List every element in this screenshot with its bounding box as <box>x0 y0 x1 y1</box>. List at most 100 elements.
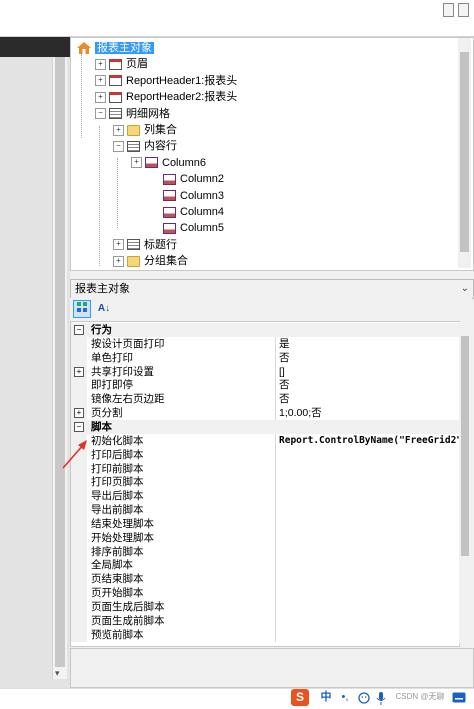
emoji-icon[interactable] <box>358 692 370 707</box>
tree-node[interactable]: + 分组集合 <box>113 253 188 269</box>
tree-scrollbar[interactable] <box>458 38 471 268</box>
property-name: 镜像左右页边距 <box>91 393 165 406</box>
row-gutter <box>71 350 87 365</box>
expand-icon[interactable]: + <box>131 157 142 169</box>
tree-node[interactable]: − 内容行 <box>113 138 177 154</box>
property-value[interactable] <box>275 516 459 531</box>
property-value[interactable] <box>275 558 459 573</box>
property-row[interactable]: 打印前脚本 <box>71 461 459 476</box>
ime-logo[interactable]: S <box>291 689 309 706</box>
property-value[interactable]: 是 <box>275 336 459 351</box>
property-row[interactable]: 初始化脚本 Report.ControlByName("FreeGrid2" <box>71 433 459 448</box>
collapse-icon[interactable]: − <box>74 421 84 432</box>
property-row[interactable]: + 页分割 1;0.00;否 <box>71 406 459 421</box>
property-row[interactable]: 单色打印 否 <box>71 350 459 365</box>
property-row[interactable]: 即打即停 否 <box>71 378 459 393</box>
tree-node-label: 标题行 <box>144 238 177 251</box>
left-panel-scrollbar[interactable]: ▾ <box>52 57 67 679</box>
title-bar <box>0 0 474 37</box>
property-value[interactable] <box>275 572 459 587</box>
property-name: 初始化脚本 <box>91 434 144 447</box>
property-category[interactable]: − 脚本 <box>71 419 459 434</box>
window-button[interactable] <box>458 3 469 17</box>
tree-node[interactable]: + 列集合 <box>113 122 177 138</box>
tree-node[interactable]: Column5 <box>149 220 224 236</box>
scroll-down-icon[interactable]: ▾ <box>55 668 60 679</box>
property-row[interactable]: 结束处理脚本 <box>71 516 459 531</box>
microphone-icon[interactable] <box>376 692 386 708</box>
property-value[interactable] <box>275 600 459 614</box>
expand-icon[interactable]: + <box>95 58 106 70</box>
property-row[interactable]: 导出后脚本 <box>71 489 459 504</box>
collapse-icon[interactable]: − <box>113 140 124 152</box>
expand-icon[interactable]: + <box>74 408 84 419</box>
property-value[interactable] <box>275 544 459 559</box>
property-value[interactable]: 否 <box>275 378 459 393</box>
property-grid-scrollbar[interactable] <box>459 322 471 644</box>
property-value[interactable]: 否 <box>275 350 459 365</box>
property-row[interactable]: 预览前脚本 <box>71 627 459 642</box>
tree-node[interactable]: 报表主对象 <box>77 40 154 56</box>
property-row[interactable]: + 共享打印设置 [] <box>71 364 459 379</box>
column-icon <box>163 173 176 185</box>
property-row[interactable]: 页结束脚本 <box>71 572 459 587</box>
tree-node[interactable]: Column2 <box>149 171 224 187</box>
tree-node[interactable]: + 标题行 <box>113 237 177 253</box>
property-row[interactable]: 打印后脚本 <box>71 447 459 462</box>
object-selector[interactable]: 报表主对象 ⌄ <box>70 279 474 299</box>
property-value[interactable] <box>275 586 459 601</box>
property-row[interactable]: 全局脚本 <box>71 558 459 573</box>
scrollbar-thumb[interactable] <box>460 52 469 252</box>
tree-node-label: ReportHeader1:报表头 <box>126 74 238 87</box>
window-button[interactable] <box>443 3 454 17</box>
property-row[interactable]: 页面生成后脚本 <box>71 600 459 614</box>
tree-node[interactable]: Column3 <box>149 188 224 204</box>
tree-node[interactable]: + Column6 <box>131 155 206 171</box>
chevron-down-icon[interactable]: ⌄ <box>461 280 469 298</box>
tree-node[interactable]: Column4 <box>149 204 224 220</box>
tree-node-label: ReportHeader2:报表头 <box>126 91 238 104</box>
property-row[interactable]: 打印页脚本 <box>71 475 459 490</box>
scrollbar-thumb[interactable] <box>55 57 65 667</box>
property-value[interactable] <box>275 613 459 628</box>
property-row[interactable]: 镜像左右页边距 否 <box>71 392 459 407</box>
tree-node[interactable]: − 明细网格 <box>95 106 170 122</box>
expand-icon[interactable]: + <box>95 91 106 103</box>
expand-icon[interactable]: + <box>113 239 124 251</box>
keyboard-icon[interactable] <box>452 692 466 706</box>
property-category[interactable]: − 行为 <box>71 323 459 337</box>
property-row[interactable]: 导出前脚本 <box>71 503 459 518</box>
tree-node[interactable]: + ReportHeader2:报表头 <box>95 89 237 105</box>
property-name: 打印后脚本 <box>91 448 144 461</box>
ime-lang[interactable]: 中 <box>318 689 334 705</box>
property-value[interactable]: 1;0.00;否 <box>275 406 459 421</box>
collapse-icon[interactable]: − <box>74 325 84 335</box>
property-value[interactable] <box>275 475 459 490</box>
property-name: 导出前脚本 <box>91 504 144 517</box>
property-value[interactable] <box>275 447 459 462</box>
property-value[interactable]: Report.ControlByName("FreeGrid2" <box>275 433 459 448</box>
property-row[interactable]: 页开始脚本 <box>71 586 459 601</box>
property-value[interactable] <box>275 530 459 545</box>
property-value[interactable] <box>275 627 459 642</box>
expand-icon[interactable]: + <box>74 366 84 377</box>
property-value[interactable] <box>275 489 459 504</box>
tree-node[interactable]: + 页眉 <box>95 56 148 72</box>
property-row[interactable]: 排序前脚本 <box>71 544 459 559</box>
tree-node[interactable]: + ReportHeader1:报表头 <box>95 73 237 89</box>
expand-icon[interactable]: + <box>95 75 106 87</box>
property-row[interactable]: 按设计页面打印 是 <box>71 336 459 351</box>
scrollbar-thumb[interactable] <box>461 336 469 556</box>
property-row[interactable]: 开始处理脚本 <box>71 530 459 545</box>
ime-punct[interactable]: •, <box>338 689 352 705</box>
property-value[interactable]: 否 <box>275 392 459 407</box>
expand-icon[interactable]: + <box>113 255 124 267</box>
property-value[interactable] <box>275 461 459 476</box>
categorized-view-button[interactable] <box>73 300 91 318</box>
collapse-icon[interactable]: − <box>95 108 106 120</box>
alphabetical-sort-button[interactable]: A↓ <box>95 300 113 318</box>
property-value[interactable]: [] <box>275 364 459 379</box>
property-row[interactable]: 页面生成前脚本 <box>71 613 459 628</box>
expand-icon[interactable]: + <box>113 124 124 136</box>
property-value[interactable] <box>275 503 459 518</box>
